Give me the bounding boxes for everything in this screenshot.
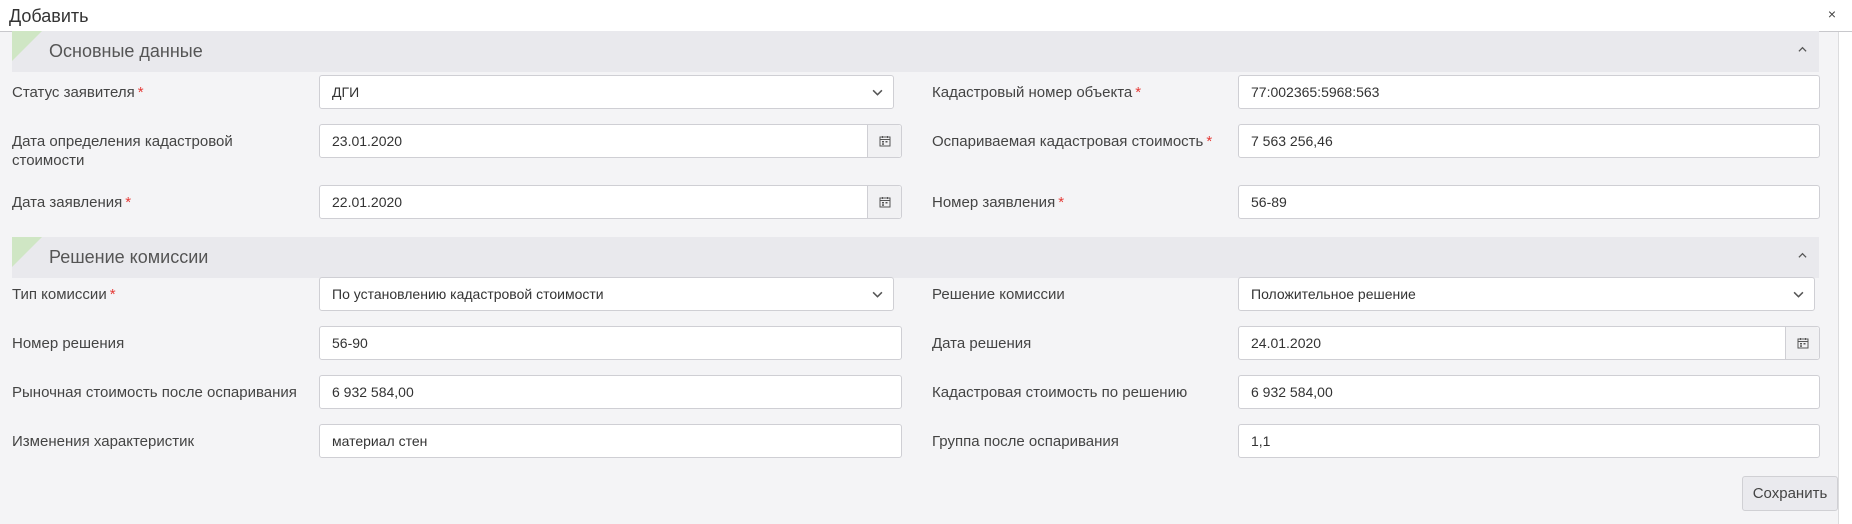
save-button[interactable]: Сохранить bbox=[1742, 476, 1838, 511]
group-after-dispute-label: Группа после оспаривания bbox=[932, 433, 1119, 450]
disputed-value-field[interactable]: 7 563 256,46 bbox=[1238, 124, 1820, 158]
dialog-content: Основные данные Статус заявителя * ДГИ Ка… bbox=[0, 31, 1838, 524]
commission-decision-select[interactable]: Положительное решение bbox=[1238, 277, 1815, 311]
calendar-icon bbox=[1797, 338, 1809, 349]
commission-type-select[interactable]: По установлению кадастровой стоимости bbox=[319, 277, 894, 311]
applicant-status-label: Статус заявителя * bbox=[12, 84, 144, 101]
decision-date-field[interactable]: 24.01.2020 bbox=[1238, 326, 1820, 360]
dialog-title: Добавить bbox=[9, 6, 89, 26]
chevron-up-icon[interactable] bbox=[1798, 45, 1807, 54]
chevron-down-icon bbox=[872, 291, 883, 298]
disputed-value-label: Оспариваемая кадастровая стоимость * bbox=[932, 133, 1213, 150]
application-date-field[interactable]: 22.01.2020 bbox=[319, 185, 902, 219]
section-header-main[interactable]: Основные данные bbox=[12, 31, 1819, 72]
chevron-up-icon[interactable] bbox=[1798, 251, 1807, 260]
cadastral-number-field[interactable]: 77:002365:5968:563 bbox=[1238, 75, 1820, 109]
decision-number-field[interactable]: 56-90 bbox=[319, 326, 902, 360]
decision-date-label: Дата решения bbox=[932, 335, 1032, 352]
section-accent bbox=[12, 31, 42, 61]
section-accent bbox=[12, 237, 42, 267]
dialog-titlebar: Добавить × bbox=[0, 0, 1852, 32]
cadastral-value-by-decision-field[interactable]: 6 932 584,00 bbox=[1238, 375, 1820, 409]
market-value-label: Рыночная стоимость после оспаривания bbox=[12, 384, 297, 401]
section-title-decision: Решение комиссии bbox=[49, 247, 209, 267]
cadastral-date-label: Дата определения кадастровой стоимости bbox=[12, 133, 233, 169]
calendar-button[interactable] bbox=[867, 125, 901, 157]
section-header-decision[interactable]: Решение комиссии bbox=[12, 237, 1819, 278]
applicant-status-select[interactable]: ДГИ bbox=[319, 75, 894, 109]
calendar-button[interactable] bbox=[867, 186, 901, 218]
calendar-icon bbox=[879, 136, 891, 147]
commission-decision-label: Решение комиссии bbox=[932, 286, 1065, 303]
application-number-field[interactable]: 56-89 bbox=[1238, 185, 1820, 219]
close-icon[interactable]: × bbox=[1828, 6, 1836, 22]
market-value-field[interactable]: 6 932 584,00 bbox=[319, 375, 902, 409]
application-number-label: Номер заявления * bbox=[932, 194, 1065, 211]
cadastral-date-field[interactable]: 23.01.2020 bbox=[319, 124, 902, 158]
calendar-button[interactable] bbox=[1785, 327, 1819, 359]
commission-type-label: Тип комиссии * bbox=[12, 286, 116, 303]
application-date-label: Дата заявления * bbox=[12, 194, 132, 211]
characteristics-changes-label: Изменения характеристик bbox=[12, 433, 195, 450]
section-title-main: Основные данные bbox=[49, 41, 203, 61]
group-after-dispute-field[interactable]: 1,1 bbox=[1238, 424, 1820, 458]
chevron-down-icon bbox=[872, 89, 883, 96]
chevron-down-icon bbox=[1793, 291, 1804, 298]
decision-number-label: Номер решения bbox=[12, 335, 125, 352]
cadastral-number-label: Кадастровый номер объекта * bbox=[932, 84, 1142, 101]
scrollbar[interactable] bbox=[1838, 32, 1852, 524]
characteristics-changes-field[interactable]: материал стен bbox=[319, 424, 902, 458]
cadastral-value-by-decision-label: Кадастровая стоимость по решению bbox=[932, 384, 1188, 401]
calendar-icon bbox=[879, 197, 891, 208]
